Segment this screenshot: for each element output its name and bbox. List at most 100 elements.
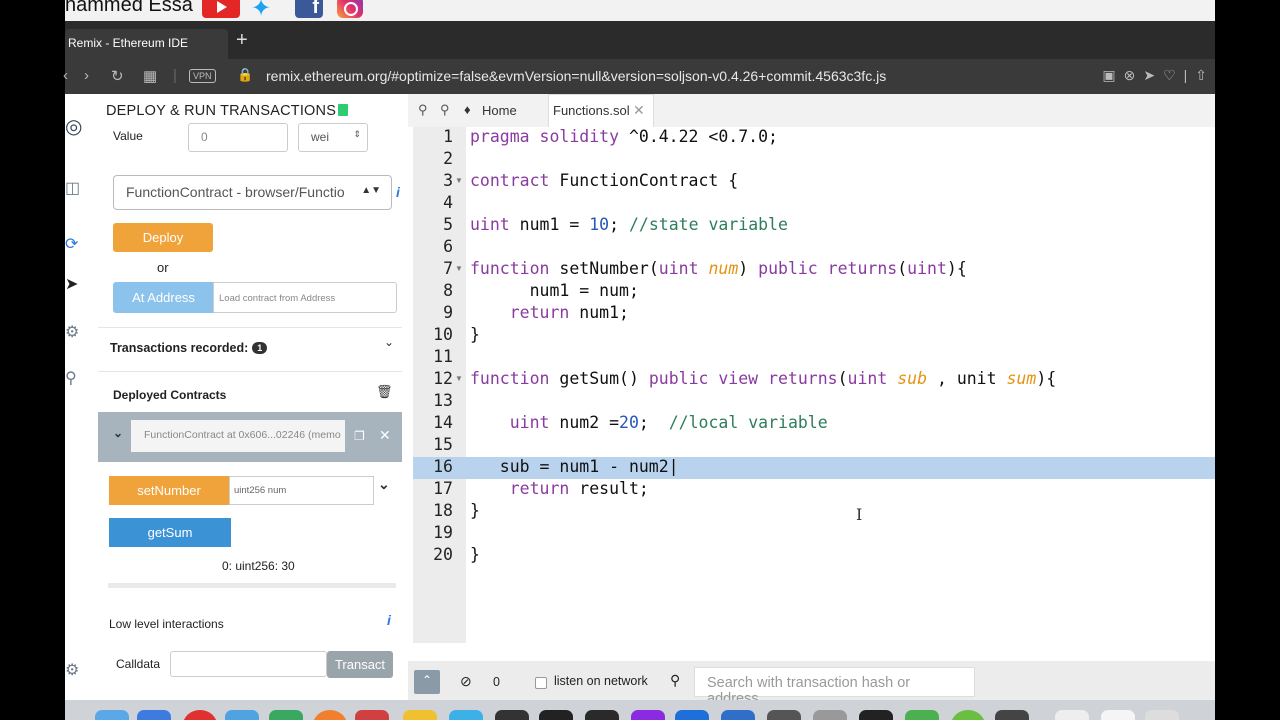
ethereum-icon: ♦: [464, 102, 471, 117]
url-text[interactable]: remix.ethereum.org/#optimize=false&evmVe…: [266, 68, 886, 84]
info-icon[interactable]: i: [396, 184, 400, 200]
at-address-button[interactable]: At Address: [113, 282, 214, 313]
compiler-icon[interactable]: ⟳: [65, 234, 78, 254]
vscode-icon[interactable]: [675, 710, 709, 720]
transactions-recorded[interactable]: Transactions recorded: 1: [110, 341, 268, 355]
vpn-badge[interactable]: VPN: [189, 69, 216, 83]
finder-icon[interactable]: [95, 710, 129, 720]
tab-functions-sol[interactable]: Functions.sol ✕: [548, 94, 654, 127]
get-sum-button[interactable]: getSum: [109, 518, 231, 547]
documentation-icon[interactable]: [338, 104, 348, 116]
fold-arrow-icon[interactable]: ▼: [455, 176, 463, 185]
back-icon[interactable]: ‹: [63, 67, 68, 84]
copy-icon[interactable]: ❐: [354, 429, 365, 443]
new-tab-button[interactable]: +: [236, 29, 248, 52]
chevron-down-icon[interactable]: ⌄: [384, 335, 394, 349]
terminal-search-input[interactable]: Search with transaction hash or address: [694, 667, 975, 707]
app-icon[interactable]: [1055, 710, 1089, 720]
browser-address-bar: ‹ › ↻ ▦ | VPN 🔒 remix.ethereum.org/#opti…: [63, 59, 1215, 94]
transactions-recorded-label: Transactions recorded:: [110, 341, 249, 355]
line-number: 20: [433, 545, 453, 564]
send-icon[interactable]: ➤: [1143, 67, 1163, 83]
value-input[interactable]: 0: [188, 123, 288, 152]
fold-arrow-icon[interactable]: ▼: [455, 264, 463, 273]
chevron-down-icon[interactable]: ⌄: [378, 476, 390, 493]
channel-banner: hammed Essa ✦ f: [65, 0, 1215, 21]
set-number-button[interactable]: setNumber: [109, 476, 229, 505]
tab-home[interactable]: Home: [482, 103, 517, 118]
trash-icon[interactable]: 🗑: [376, 384, 393, 400]
contract-instance-name[interactable]: FunctionContract at 0x606...02246 (memo: [131, 420, 345, 452]
transact-button[interactable]: Transact: [327, 651, 393, 678]
listen-checkbox[interactable]: [535, 677, 547, 689]
forward-icon[interactable]: ›: [84, 67, 89, 84]
app-icon[interactable]: [813, 710, 847, 720]
plugin-manager-icon[interactable]: ⚲: [65, 368, 77, 388]
camera-icon[interactable]: ▣: [1102, 67, 1123, 83]
panel-title: DEPLOY & RUN TRANSACTIONS: [106, 103, 337, 119]
opera-icon[interactable]: [183, 710, 217, 720]
or-label: or: [157, 260, 169, 275]
info-icon[interactable]: i: [387, 612, 391, 628]
app-icon[interactable]: [767, 710, 801, 720]
code-line: num1 = num;: [470, 281, 639, 300]
heart-icon[interactable]: ♡: [1163, 67, 1184, 83]
grid-icon[interactable]: ▦: [143, 67, 157, 85]
app-icon[interactable]: [905, 710, 939, 720]
code-line: uint num1 = 10; //state variable: [470, 215, 788, 234]
fold-arrow-icon[interactable]: ▼: [455, 374, 463, 383]
value-label: Value: [113, 129, 143, 143]
file-explorer-icon[interactable]: ◫: [65, 178, 80, 198]
plugin-icon-strip: ◎ ◫ ⟳ ➤ ⚙ ⚲ ⚙: [65, 94, 90, 700]
mail-icon[interactable]: [355, 710, 389, 720]
divider: |: [1183, 67, 1196, 83]
chevron-down-icon[interactable]: ⌄: [113, 426, 123, 440]
code-line: sub = num1 - num2|: [470, 457, 679, 476]
app-icon[interactable]: [859, 710, 893, 720]
line-number: 5: [443, 215, 453, 234]
debugger-icon[interactable]: ⚙: [65, 322, 79, 342]
close-tab-icon[interactable]: ✕: [633, 102, 645, 119]
expand-terminal-button[interactable]: ⌃: [414, 670, 440, 694]
line-number: 16: [433, 457, 453, 476]
app-icon[interactable]: [995, 710, 1029, 720]
app-icon[interactable]: [313, 710, 347, 720]
app-icon[interactable]: [269, 710, 303, 720]
calldata-input[interactable]: [170, 651, 327, 677]
line-number: 13: [433, 391, 453, 410]
deploy-icon[interactable]: ➤: [65, 274, 78, 294]
appstore-icon[interactable]: [449, 710, 483, 720]
notes-icon[interactable]: [403, 710, 437, 720]
horizontal-scrollbar[interactable]: [108, 583, 396, 588]
remix-logo-icon[interactable]: ◎: [65, 114, 82, 139]
set-number-input[interactable]: uint256 num: [229, 476, 374, 505]
app-icon[interactable]: [1101, 710, 1135, 720]
close-icon[interactable]: ✕: [379, 427, 391, 444]
app-icon[interactable]: [495, 710, 529, 720]
app-icon[interactable]: [631, 710, 665, 720]
app-icon[interactable]: [225, 710, 259, 720]
app-icon[interactable]: [585, 710, 619, 720]
app-icon[interactable]: [951, 710, 985, 720]
unit-select[interactable]: wei ⇕: [298, 123, 368, 152]
address-input[interactable]: Load contract from Address: [213, 282, 397, 313]
reload-icon[interactable]: ↻: [111, 67, 124, 85]
get-sum-result: 0: uint256: 30: [222, 559, 295, 573]
zoom-out-icon[interactable]: ⚲: [418, 102, 428, 118]
share-icon[interactable]: ⇧: [1195, 67, 1215, 83]
contract-select[interactable]: FunctionContract - browser/Functio ▲▼: [113, 175, 392, 210]
clear-icon[interactable]: ⊘: [460, 673, 472, 690]
safari-icon[interactable]: [137, 710, 171, 720]
code-line: function setNumber(uint num) public retu…: [470, 259, 967, 278]
settings-icon[interactable]: ⚙: [65, 660, 79, 680]
zoom-in-icon[interactable]: ⚲: [440, 102, 450, 118]
block-icon[interactable]: ⊗: [1124, 67, 1144, 83]
terminal-app-icon[interactable]: [539, 710, 573, 720]
line-number: 12: [433, 369, 453, 388]
deploy-button[interactable]: Deploy: [113, 223, 213, 252]
app-icon[interactable]: [721, 710, 755, 720]
calldata-label: Calldata: [116, 657, 161, 671]
browser-tab[interactable]: Remix - Ethereum IDE: [65, 29, 228, 59]
trash-icon[interactable]: [1145, 710, 1179, 720]
left-letterbox: [0, 0, 65, 720]
